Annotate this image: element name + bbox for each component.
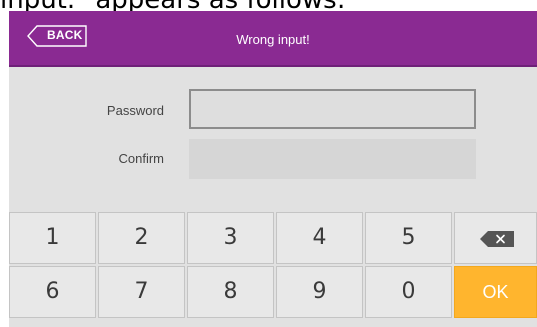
header-bar: BACK Wrong input! [9, 11, 537, 67]
device-screen: BACK Wrong input! Password Confirm 1 2 3… [9, 11, 537, 327]
ok-button[interactable]: OK [454, 266, 537, 318]
password-label: Password [106, 103, 164, 118]
backspace-icon [480, 231, 514, 247]
key-7[interactable]: 7 [98, 266, 185, 318]
password-field[interactable] [189, 89, 476, 129]
page-title: Wrong input! [236, 32, 310, 47]
confirm-label: Confirm [118, 151, 164, 166]
key-6[interactable]: 6 [9, 266, 96, 318]
page: input." appears as follows: BACK Wrong i… [0, 0, 537, 327]
backspace-key[interactable] [454, 212, 537, 264]
key-9[interactable]: 9 [276, 266, 363, 318]
key-4[interactable]: 4 [276, 212, 363, 264]
key-8[interactable]: 8 [187, 266, 274, 318]
key-3[interactable]: 3 [187, 212, 274, 264]
key-1[interactable]: 1 [9, 212, 96, 264]
key-5[interactable]: 5 [365, 212, 452, 264]
key-2[interactable]: 2 [98, 212, 185, 264]
confirm-field[interactable] [189, 139, 476, 179]
numeric-keypad: 1 2 3 4 5 6 7 8 9 0 OK [9, 212, 537, 327]
key-0[interactable]: 0 [365, 266, 452, 318]
